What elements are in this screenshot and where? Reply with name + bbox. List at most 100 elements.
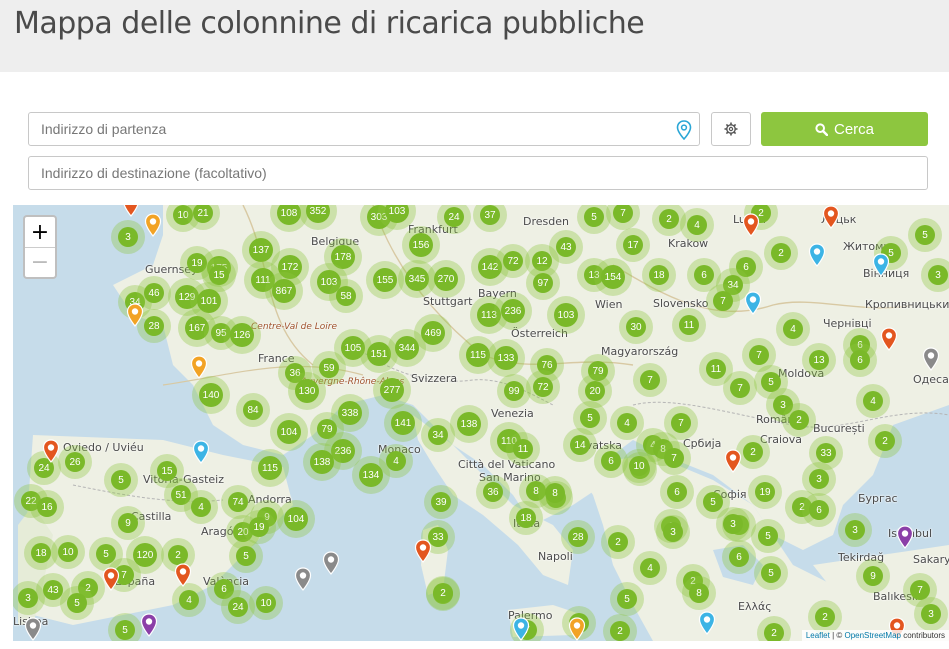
charging-cluster[interactable]: 5 <box>751 519 785 553</box>
charging-cluster[interactable]: 10 <box>249 586 283 620</box>
charging-cluster[interactable]: 138 <box>303 443 341 481</box>
charging-cluster[interactable]: 10 <box>51 535 85 569</box>
charging-cluster[interactable]: 156 <box>402 226 440 264</box>
start-address-input[interactable] <box>29 113 699 145</box>
charging-cluster[interactable]: 30 <box>619 310 653 344</box>
station-marker-icon[interactable] <box>822 205 840 229</box>
charging-cluster[interactable]: 154 <box>594 258 632 296</box>
station-marker-icon[interactable] <box>896 525 914 549</box>
charging-cluster[interactable]: 26 <box>58 445 92 479</box>
charging-cluster[interactable]: 140 <box>192 376 230 414</box>
charging-cluster[interactable]: 2 <box>782 403 816 437</box>
charging-cluster[interactable]: 16 <box>30 490 64 524</box>
charging-cluster[interactable]: 3 <box>111 220 145 254</box>
charging-cluster[interactable]: 8 <box>682 576 716 610</box>
charging-cluster[interactable]: 7 <box>706 284 740 318</box>
charging-map[interactable]: + − BelgiqueFrankfurtDresdenKrakowLublin… <box>13 205 949 641</box>
charging-cluster[interactable]: 103 <box>547 296 585 334</box>
station-marker-icon[interactable] <box>568 617 586 641</box>
station-marker-icon[interactable] <box>24 617 42 641</box>
charging-cluster[interactable]: 6 <box>660 475 694 509</box>
station-marker-icon[interactable] <box>192 440 210 464</box>
station-marker-icon[interactable] <box>294 567 312 591</box>
charging-cluster[interactable]: 58 <box>329 279 363 313</box>
start-address-field[interactable] <box>28 112 700 146</box>
charging-cluster[interactable]: 126 <box>223 316 261 354</box>
charging-cluster[interactable]: 5 <box>754 556 788 590</box>
charging-cluster[interactable]: 18 <box>642 258 676 292</box>
station-marker-icon[interactable] <box>808 243 826 267</box>
charging-cluster[interactable]: 6 <box>722 540 756 574</box>
charging-cluster[interactable]: 7 <box>657 441 691 475</box>
station-marker-icon[interactable] <box>102 567 120 591</box>
charging-cluster[interactable]: 138 <box>450 405 488 443</box>
charging-cluster[interactable]: 39 <box>424 485 458 519</box>
station-marker-icon[interactable] <box>922 347 940 371</box>
charging-cluster[interactable]: 11 <box>506 432 540 466</box>
charging-cluster[interactable]: 130 <box>288 372 326 410</box>
station-marker-icon[interactable] <box>512 617 530 641</box>
station-marker-icon[interactable] <box>744 291 762 315</box>
charging-cluster[interactable]: 133 <box>487 339 525 377</box>
map-pin-icon[interactable] <box>675 120 693 140</box>
charging-cluster[interactable]: 2 <box>603 614 637 641</box>
charging-cluster[interactable]: 236 <box>494 292 532 330</box>
station-marker-icon[interactable] <box>174 563 192 587</box>
osm-link[interactable]: OpenStreetMap <box>844 631 900 640</box>
charging-cluster[interactable]: 867 <box>265 272 303 310</box>
search-button[interactable]: Cerca <box>761 112 928 146</box>
charging-cluster[interactable]: 5 <box>908 218 942 252</box>
station-marker-icon[interactable] <box>698 611 716 635</box>
station-marker-icon[interactable] <box>144 213 162 237</box>
station-marker-icon[interactable] <box>140 613 158 637</box>
station-marker-icon[interactable] <box>122 205 140 217</box>
charging-cluster[interactable]: 4 <box>680 208 714 242</box>
charging-cluster[interactable]: 13 <box>802 343 836 377</box>
zoom-out-button[interactable]: − <box>25 247 55 277</box>
charging-cluster[interactable]: 2 <box>601 525 635 559</box>
zoom-in-button[interactable]: + <box>25 217 55 247</box>
station-marker-icon[interactable] <box>724 449 742 473</box>
charging-cluster[interactable]: 115 <box>251 449 289 487</box>
station-marker-icon[interactable] <box>880 327 898 351</box>
charging-cluster[interactable]: 2 <box>868 424 902 458</box>
station-marker-icon[interactable] <box>190 355 208 379</box>
station-marker-icon[interactable] <box>322 551 340 575</box>
charging-cluster[interactable]: 7 <box>633 363 667 397</box>
charging-cluster[interactable]: 2 <box>764 236 798 270</box>
charging-cluster[interactable]: 5 <box>108 613 142 641</box>
charging-cluster[interactable]: 84 <box>236 393 270 427</box>
charging-cluster[interactable]: 3 <box>838 513 872 547</box>
station-marker-icon[interactable] <box>872 253 890 277</box>
station-marker-icon[interactable] <box>126 303 144 327</box>
charging-cluster[interactable]: 72 <box>526 370 560 404</box>
charging-cluster[interactable]: 4 <box>184 490 218 524</box>
charging-cluster[interactable]: 4 <box>172 583 206 617</box>
charging-cluster[interactable]: 3 <box>914 597 948 631</box>
charging-cluster[interactable]: 19 <box>748 475 782 509</box>
charging-cluster[interactable]: 4 <box>776 312 810 346</box>
charging-cluster[interactable]: 270 <box>427 260 465 298</box>
station-marker-icon[interactable] <box>742 213 760 237</box>
charging-cluster[interactable]: 7 <box>723 371 757 405</box>
charging-cluster[interactable]: 9 <box>856 559 890 593</box>
charging-cluster[interactable]: 97 <box>526 266 560 300</box>
charging-cluster[interactable]: 5 <box>104 463 138 497</box>
charging-cluster[interactable]: 9 <box>111 506 145 540</box>
charging-cluster[interactable]: 4 <box>633 551 667 585</box>
charging-cluster[interactable]: 11 <box>672 308 706 342</box>
charging-cluster[interactable]: 6 <box>843 343 877 377</box>
charging-cluster[interactable]: 3 <box>921 258 949 292</box>
charging-cluster[interactable]: 104 <box>270 413 308 451</box>
charging-cluster[interactable]: 6 <box>802 493 836 527</box>
charging-cluster[interactable]: 10 <box>622 449 656 483</box>
charging-cluster[interactable]: 8 <box>538 476 572 510</box>
charging-cluster[interactable]: 469 <box>414 314 452 352</box>
charging-cluster[interactable]: 36 <box>476 475 510 509</box>
charging-cluster[interactable]: 134 <box>352 456 390 494</box>
charging-cluster[interactable]: 5 <box>229 539 263 573</box>
settings-button[interactable] <box>711 112 751 146</box>
charging-cluster[interactable]: 4 <box>856 384 890 418</box>
charging-cluster[interactable]: 141 <box>384 404 422 442</box>
station-marker-icon[interactable] <box>414 539 432 563</box>
